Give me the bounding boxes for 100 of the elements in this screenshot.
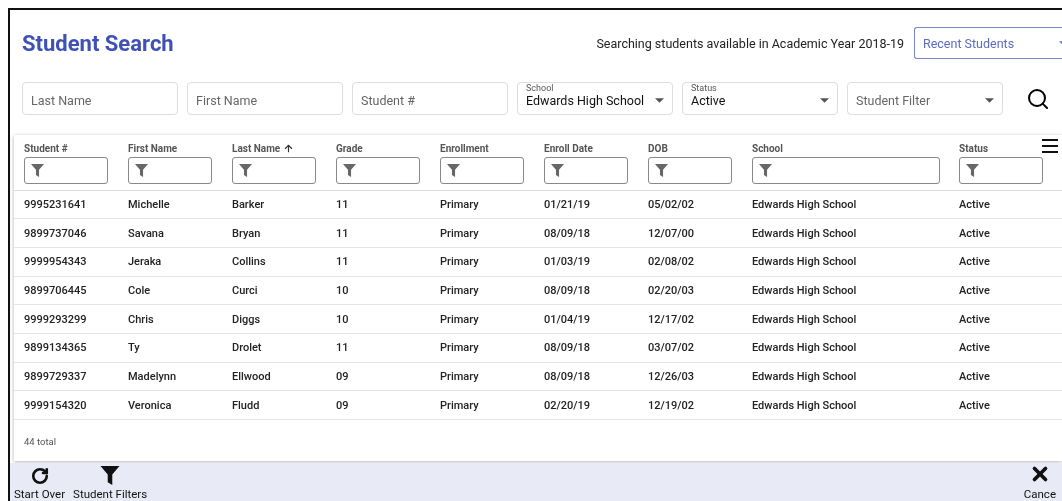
input-field[interactable]: Student # bbox=[352, 82, 508, 115]
table-cell-text: Active bbox=[959, 226, 991, 240]
table-cell-text: Ellwood bbox=[232, 369, 272, 383]
table-cell-text: 09 bbox=[336, 398, 350, 412]
table-cell-text: Primary bbox=[440, 341, 480, 355]
table-cell-text: Primary bbox=[440, 312, 480, 326]
column-header[interactable]: First Name bbox=[128, 142, 232, 154]
table-cell-text: Drolet bbox=[232, 341, 263, 355]
table-cell-text: Active bbox=[959, 197, 991, 211]
table-cell-text: Veronica bbox=[128, 398, 173, 412]
table-row[interactable]: 9899134365 Ty Drolet 11 Primary 08/09/18 03/07/02 Edwards High School Active bbox=[14, 333, 1062, 363]
menu-icon[interactable] bbox=[1042, 138, 1058, 153]
caret-icon bbox=[985, 98, 994, 103]
table-cell-text: Chris bbox=[128, 312, 155, 326]
table-cell-text: Fludd bbox=[232, 398, 261, 412]
table-row[interactable]: 9899737046 Savana Bryan 11 Primary 08/09/18 12/07/00 Edwards High School Active bbox=[14, 219, 1062, 248]
filter-icon bbox=[447, 163, 460, 177]
table-cell-text: 9899706445 bbox=[24, 283, 88, 297]
column-header[interactable]: Status bbox=[959, 142, 1062, 154]
table-cell-text: 9899737046 bbox=[24, 226, 88, 240]
table-cell-text: 01/03/19 bbox=[544, 255, 592, 269]
dropdown-field[interactable]: Status Active bbox=[682, 82, 838, 115]
table-cell-text: Diggs bbox=[232, 312, 262, 326]
table-cell-text: Edwards High School bbox=[752, 369, 858, 383]
column-filter-field[interactable] bbox=[440, 156, 524, 184]
column-filter-field[interactable] bbox=[544, 156, 628, 184]
column-filter-field[interactable] bbox=[648, 156, 732, 184]
filter-icon bbox=[31, 163, 44, 177]
input-field[interactable]: Last Name bbox=[22, 82, 178, 115]
column-header[interactable]: Grade bbox=[336, 142, 440, 154]
table-cell-text: Active bbox=[959, 369, 991, 383]
dropdown-field[interactable]: School Edwards High School bbox=[517, 82, 673, 115]
search-icon[interactable] bbox=[1026, 86, 1050, 111]
cancel-button[interactable]: Cance bbox=[1019, 463, 1060, 501]
table-cell-text: 9899134365 bbox=[24, 341, 88, 355]
table-cell-text: Active bbox=[959, 255, 991, 269]
table-cell-text: 11 bbox=[336, 197, 350, 211]
column-filter-field[interactable] bbox=[24, 156, 108, 184]
recent-students-dropdown[interactable]: Recent Students bbox=[914, 27, 1062, 60]
column-header[interactable]: School bbox=[752, 142, 959, 154]
column-filter-field[interactable] bbox=[959, 156, 1043, 184]
table-cell-text: 9999293299 bbox=[24, 312, 88, 326]
action-button[interactable]: Start Over bbox=[10, 467, 70, 501]
table-cell-text: Edwards High School bbox=[752, 283, 858, 297]
table-cell-text: Edwards High School bbox=[752, 255, 858, 269]
table-cell-text: 10 bbox=[336, 283, 350, 297]
table-cell-text: Cole bbox=[128, 283, 152, 297]
column-header[interactable]: Last Name bbox=[232, 142, 336, 154]
table-cell-text: 02/08/02 bbox=[648, 255, 696, 269]
table-cell-text: 02/20/03 bbox=[648, 283, 696, 297]
table-cell-text: Michelle bbox=[128, 197, 171, 211]
table-row[interactable]: 9899706445 Cole Curci 10 Primary 08/09/18 02/20/03 Edwards High School Active bbox=[14, 276, 1062, 306]
table-cell-text: 12/07/00 bbox=[648, 226, 696, 240]
table-cell-text: Primary bbox=[440, 226, 480, 240]
column-filter-field[interactable] bbox=[752, 156, 940, 184]
table-cell-text: 05/02/02 bbox=[648, 197, 696, 211]
column-header[interactable]: DOB bbox=[648, 142, 752, 154]
column-filter-field[interactable] bbox=[128, 156, 212, 184]
table-cell-text: 12/17/02 bbox=[648, 312, 696, 326]
table-row[interactable]: 9999293299 Chris Diggs 10 Primary 01/04/19 12/17/02 Edwards High School Active bbox=[14, 305, 1062, 334]
academic-year-note: Searching students available in Academic Year 2018-19 bbox=[596, 35, 904, 51]
table-cell-text: Ty bbox=[128, 341, 141, 355]
column-filter-field[interactable] bbox=[232, 156, 316, 184]
table-cell-text: Primary bbox=[440, 283, 480, 297]
table-cell-text: Madelynn bbox=[128, 369, 178, 383]
input-field[interactable]: First Name bbox=[187, 82, 343, 115]
table-cell-text: 12/19/02 bbox=[648, 398, 696, 412]
table-cell-text: 9999954343 bbox=[24, 255, 88, 269]
table-cell-text: 10 bbox=[336, 312, 350, 326]
table-cell-text: Active bbox=[959, 283, 991, 297]
table-cell-text: 01/21/19 bbox=[544, 197, 592, 211]
table-cell-text: Active bbox=[959, 341, 991, 355]
table-cell-text: Primary bbox=[440, 255, 480, 269]
table-cell-text: Active bbox=[959, 398, 991, 412]
dropdown-field[interactable]: Student Filter bbox=[847, 82, 1003, 115]
refresh-icon bbox=[30, 467, 49, 485]
table-cell-text: Jeraka bbox=[128, 255, 163, 269]
column-header[interactable]: Enrollment bbox=[440, 142, 544, 154]
table-cell-text: Collins bbox=[232, 255, 267, 269]
table-row[interactable]: 9899729337 Madelynn Ellwood 09 Primary 08/09/18 12/26/03 Edwards High School Active bbox=[14, 362, 1062, 392]
table-cell-text: Primary bbox=[440, 398, 480, 412]
column-header[interactable]: Enroll Date bbox=[544, 142, 648, 154]
field-label: School bbox=[524, 84, 556, 93]
filter-icon bbox=[239, 163, 252, 177]
table-cell-text: 9995231641 bbox=[24, 197, 88, 211]
filter-icon bbox=[655, 163, 668, 177]
table-cell-text: 08/09/18 bbox=[544, 283, 592, 297]
table-cell-text: 09 bbox=[336, 369, 350, 383]
table-cell-text: Edwards High School bbox=[752, 398, 858, 412]
table-cell-text: Curci bbox=[232, 283, 259, 297]
table-row[interactable]: 9999154320 Veronica Fludd 09 Primary 02/20/19 12/19/02 Edwards High School Active bbox=[14, 391, 1062, 420]
table-row[interactable]: 9999954343 Jeraka Collins 11 Primary 01/03/19 02/08/02 Edwards High School Active bbox=[14, 247, 1062, 277]
page-title: Student Search bbox=[22, 30, 175, 56]
sort-arrow-icon bbox=[283, 142, 295, 154]
filter-icon bbox=[343, 163, 356, 177]
table-row[interactable]: 9995231641 Michelle Barker 11 Primary 01/21/19 05/02/02 Edwards High School Active bbox=[14, 190, 1062, 220]
action-button[interactable]: Student Filters bbox=[69, 466, 152, 501]
column-header[interactable]: Student # bbox=[24, 142, 128, 154]
column-filter-field[interactable] bbox=[336, 156, 420, 184]
table-cell-text: 9899729337 bbox=[24, 369, 88, 383]
